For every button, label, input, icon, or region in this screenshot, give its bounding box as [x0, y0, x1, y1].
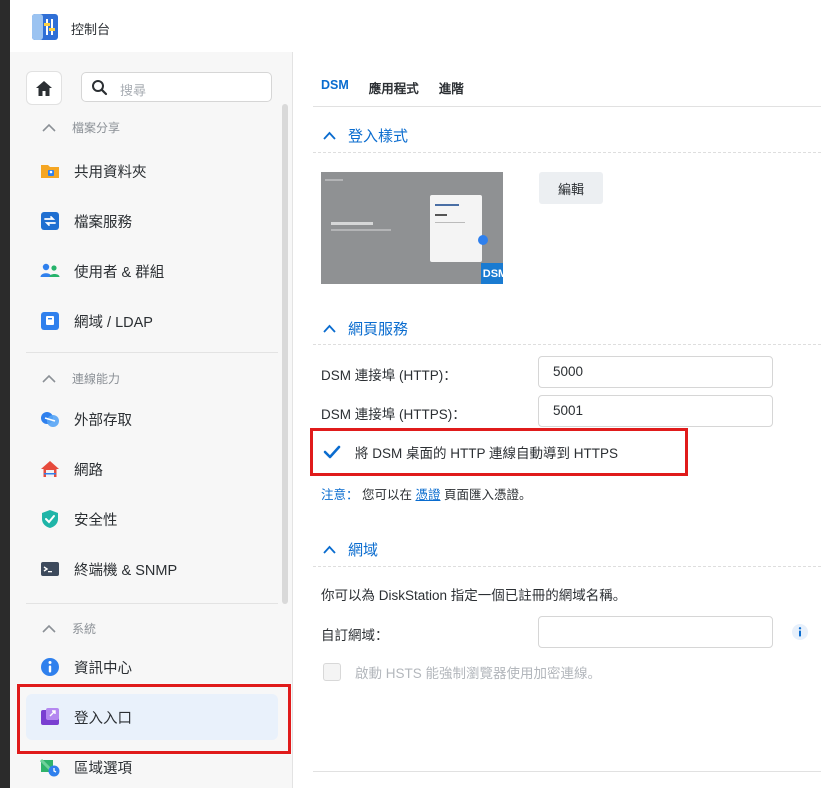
section-label: 檔案分享: [72, 121, 121, 135]
chevron-up-icon: [42, 123, 56, 132]
hsts-row[interactable]: 啟動 HSTS 能強制瀏覽器使用加密連線。: [323, 662, 601, 682]
home-button[interactable]: [26, 71, 62, 105]
control-panel-window: 控制台 搜尋 檔案分享 共用資料夾 檔案服務 使用者 & 群組 網域 / LDA…: [10, 0, 821, 788]
sidebar-scrollbar[interactable]: [282, 104, 288, 604]
section-divider: [313, 152, 821, 153]
security-shield-icon: [42, 510, 58, 528]
section-file-sharing[interactable]: 檔案分享: [42, 119, 120, 136]
shared-folder-icon: [41, 165, 59, 178]
bottom-divider: [313, 771, 821, 772]
section-system[interactable]: 系統: [42, 620, 96, 637]
sidebar-item-security[interactable]: 安全性: [26, 496, 278, 542]
sidebar-item-label: 資訊中心: [74, 660, 132, 677]
section-domain[interactable]: 網域: [323, 539, 378, 560]
section-label: 連線能力: [72, 372, 121, 386]
sidebar-item-shared-folder[interactable]: 共用資料夾: [26, 148, 278, 194]
sidebar-item-label: 網域 / LDAP: [74, 314, 153, 331]
preview-illustration: [321, 172, 503, 284]
sidebar: 搜尋 檔案分享 共用資料夾 檔案服務 使用者 & 群組 網域 / LDAP 連線…: [10, 52, 293, 788]
sidebar-item-label: 檔案服務: [74, 214, 132, 231]
tab-bar: DSM 應用程式 進階: [321, 78, 484, 97]
sidebar-item-users-groups[interactable]: 使用者 & 群組: [26, 248, 278, 294]
window-title: 控制台: [71, 22, 111, 37]
section-title: 網域: [348, 542, 379, 559]
http-port-input[interactable]: 5000: [538, 356, 773, 388]
note-prefix: 注意：: [321, 488, 359, 502]
info-center-icon: [41, 658, 59, 676]
section-title: 登入樣式: [348, 128, 409, 145]
edit-login-style-button[interactable]: 編輯: [539, 172, 603, 204]
https-port-input[interactable]: 5001: [538, 395, 773, 427]
sidebar-item-label: 終端機 & SNMP: [74, 562, 178, 579]
chevron-up-icon: [323, 545, 336, 554]
sidebar-item-label: 外部存取: [74, 412, 132, 429]
custom-domain-label: 自訂網域：: [321, 628, 389, 643]
control-panel-app-icon: [32, 14, 58, 40]
sidebar-item-network[interactable]: 網路: [26, 446, 278, 492]
sidebar-item-label: 網路: [74, 462, 103, 479]
domain-description: 你可以為 DiskStation 指定一個已註冊的網域名稱。: [321, 588, 627, 603]
regional-options-icon: [40, 758, 60, 777]
sidebar-item-file-services[interactable]: 檔案服務: [26, 198, 278, 244]
chevron-up-icon: [323, 131, 336, 140]
sidebar-item-label: 安全性: [74, 512, 118, 529]
chevron-up-icon: [42, 624, 56, 633]
section-divider: [313, 344, 821, 345]
info-icon[interactable]: [791, 623, 809, 641]
certificate-link[interactable]: 憑證: [415, 488, 440, 502]
title-bar: 控制台: [10, 0, 821, 53]
search-input[interactable]: 搜尋: [81, 72, 272, 102]
search-icon: [92, 80, 108, 96]
dsm-badge: DSM: [481, 263, 503, 284]
sidebar-item-label: 區域選項: [74, 760, 132, 777]
section-label: 系統: [72, 622, 97, 636]
domain-ldap-icon: [41, 312, 59, 330]
sidebar-item-terminal-snmp[interactable]: 終端機 & SNMP: [26, 546, 278, 592]
section-title: 網頁服務: [348, 321, 409, 338]
highlight-box-login-portal: [17, 684, 291, 754]
tab-dsm[interactable]: DSM: [321, 78, 349, 97]
file-services-icon: [41, 212, 59, 230]
hsts-checkbox[interactable]: [323, 663, 341, 681]
search-placeholder: 搜尋: [120, 83, 147, 98]
sidebar-item-domain-ldap[interactable]: 網域 / LDAP: [26, 298, 278, 344]
hsts-label: 啟動 HSTS 能強制瀏覽器使用加密連線。: [355, 666, 602, 681]
section-divider: [26, 352, 278, 353]
sidebar-item-label: 共用資料夾: [74, 164, 147, 181]
tab-divider: [313, 106, 821, 107]
external-access-icon: [41, 412, 59, 427]
terminal-icon: [41, 562, 59, 576]
section-connectivity[interactable]: 連線能力: [42, 370, 120, 387]
tab-applications[interactable]: 應用程式: [369, 78, 419, 97]
users-groups-icon: [40, 263, 60, 277]
chevron-up-icon: [42, 374, 56, 383]
note-text: 您可以在: [358, 488, 416, 502]
section-web-services[interactable]: 網頁服務: [323, 318, 408, 339]
section-divider: [313, 566, 821, 567]
sidebar-item-external-access[interactable]: 外部存取: [26, 396, 278, 442]
home-icon: [36, 80, 52, 96]
highlight-box-https-redirect: [310, 428, 688, 476]
sidebar-item-label: 使用者 & 群組: [74, 264, 165, 281]
chevron-up-icon: [323, 324, 336, 333]
network-house-icon: [41, 461, 59, 477]
certificate-note: 注意： 您可以在 憑證 頁面匯入憑證。: [321, 484, 531, 503]
main-panel: DSM 應用程式 進階 登入樣式 DSM 編輯 網頁服務 DSM 連接埠 (HT…: [293, 52, 821, 788]
section-divider: [26, 603, 278, 604]
login-style-preview: DSM: [321, 172, 503, 284]
note-text: 頁面匯入憑證。: [440, 488, 532, 502]
tab-advanced[interactable]: 進階: [439, 78, 464, 97]
https-port-label: DSM 連接埠 (HTTPS)：: [321, 407, 466, 422]
http-port-label: DSM 連接埠 (HTTP)：: [321, 368, 457, 383]
custom-domain-input[interactable]: [538, 616, 773, 648]
section-login-style[interactable]: 登入樣式: [323, 125, 408, 146]
